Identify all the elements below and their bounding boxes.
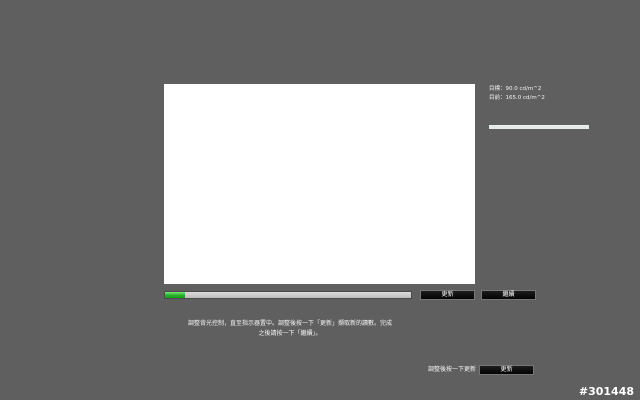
progress-bar — [164, 291, 412, 299]
luminance-indicator-fill — [489, 126, 589, 129]
calibration-screen: 目標：90.0 cd/m^2 目前：165.0 cd/m^2 更新 繼續 調整背… — [0, 0, 640, 400]
refresh-button-top[interactable]: 更新 — [420, 290, 475, 300]
current-luminance: 目前：165.0 cd/m^2 — [489, 94, 545, 101]
instructions-line-1: 調整背光控制，直至指示器置中。調整後按一下「更新」擷取新的讀數。完成 — [187, 320, 392, 327]
progress-bar-fill — [165, 292, 185, 298]
target-luminance: 目標：90.0 cd/m^2 — [489, 86, 542, 92]
luminance-indicator — [489, 125, 589, 129]
instructions-text: 調整背光控制，直至指示器置中。調整後按一下「更新」擷取新的讀數。完成 之後請按一… — [160, 319, 420, 339]
measurement-patch — [164, 84, 475, 284]
refresh-hint-label: 調整後按一下更新 — [427, 366, 476, 373]
continue-button[interactable]: 繼續 — [481, 290, 536, 300]
image-id-label: #301448 — [578, 385, 634, 398]
refresh-button-bottom[interactable]: 更新 — [479, 365, 534, 375]
instructions-line-2: 之後請按一下「繼續」。 — [258, 330, 322, 337]
luminance-readout: 目標：90.0 cd/m^2 目前：165.0 cd/m^2 — [489, 85, 629, 102]
